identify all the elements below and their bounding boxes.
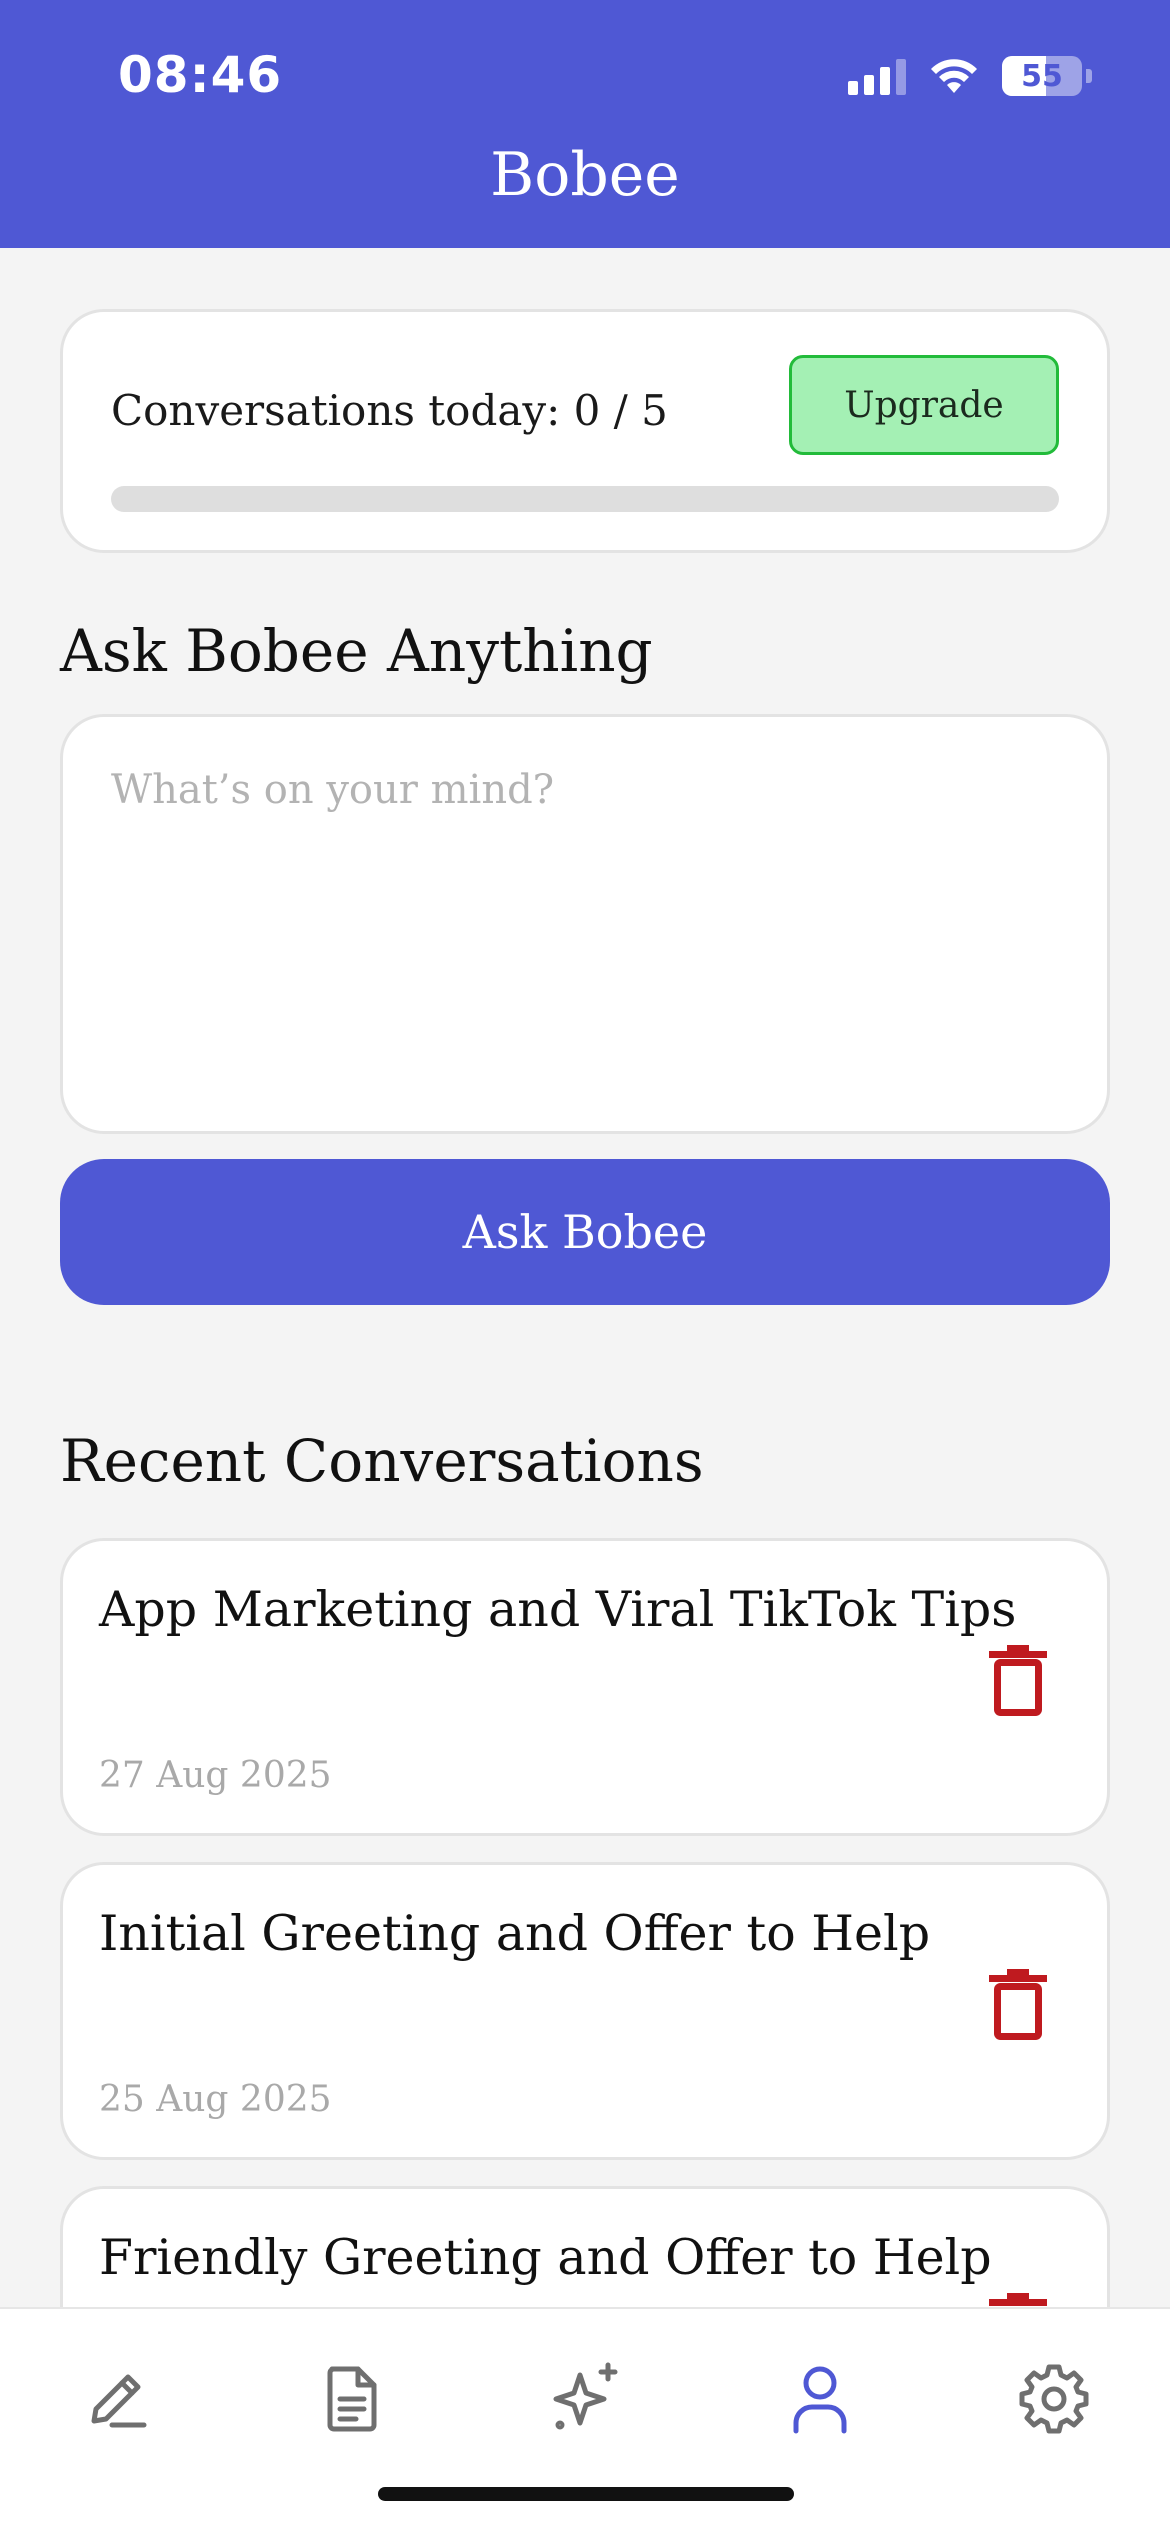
status-time: 08:46 bbox=[118, 46, 283, 104]
sparkle-icon bbox=[553, 2362, 618, 2430]
tab-profile[interactable] bbox=[780, 2359, 860, 2439]
home-indicator bbox=[378, 2487, 794, 2501]
gear-icon bbox=[1019, 2364, 1089, 2434]
conversation-title: Friendly Greeting and Offer to Help bbox=[99, 2229, 992, 2286]
ask-bobee-button[interactable]: Ask Bobee bbox=[60, 1159, 1110, 1305]
wifi-icon bbox=[931, 59, 977, 93]
signal-icon bbox=[848, 57, 906, 95]
conversation-title: App Marketing and Viral TikTok Tips bbox=[99, 1581, 1017, 1638]
pencil-icon bbox=[91, 2374, 147, 2428]
app-header: 08:46 55 Bobee bbox=[0, 0, 1170, 248]
conversation-date: 27 Aug 2025 bbox=[99, 1755, 332, 1796]
tab-ai[interactable] bbox=[546, 2359, 626, 2439]
usage-progress-bar bbox=[111, 486, 1059, 512]
conversation-count: Conversations today: 0 / 5 bbox=[111, 386, 668, 435]
page-title: Bobee bbox=[490, 140, 680, 210]
usage-card: Conversations today: 0 / 5 Upgrade bbox=[60, 309, 1110, 553]
conversation-item[interactable]: Initial Greeting and Offer to Help 25 Au… bbox=[60, 1862, 1110, 2160]
document-icon bbox=[327, 2366, 377, 2432]
conversation-item[interactable]: Friendly Greeting and Offer to Help bbox=[60, 2186, 1110, 2308]
conversation-item[interactable]: App Marketing and Viral TikTok Tips 27 A… bbox=[60, 1538, 1110, 1836]
conversation-title: Initial Greeting and Offer to Help bbox=[99, 1905, 931, 1962]
status-icons: 55 bbox=[848, 56, 1092, 96]
battery-level: 55 bbox=[1021, 58, 1063, 94]
conversation-list: App Marketing and Viral TikTok Tips 27 A… bbox=[60, 1538, 1110, 2308]
conversation-date: 25 Aug 2025 bbox=[99, 2079, 332, 2120]
recent-heading: Recent Conversations bbox=[60, 1427, 704, 1495]
tab-documents[interactable] bbox=[312, 2359, 392, 2439]
tab-compose[interactable] bbox=[78, 2359, 158, 2439]
battery-icon: 55 bbox=[1002, 56, 1082, 96]
trash-icon[interactable] bbox=[989, 1969, 1047, 2041]
question-input[interactable] bbox=[60, 714, 1110, 1134]
trash-icon[interactable] bbox=[989, 1645, 1047, 1717]
trash-icon[interactable] bbox=[989, 2293, 1047, 2308]
upgrade-button[interactable]: Upgrade bbox=[789, 355, 1059, 455]
ask-heading: Ask Bobee Anything bbox=[60, 617, 653, 685]
person-icon bbox=[793, 2366, 847, 2434]
tab-settings[interactable] bbox=[1014, 2359, 1094, 2439]
